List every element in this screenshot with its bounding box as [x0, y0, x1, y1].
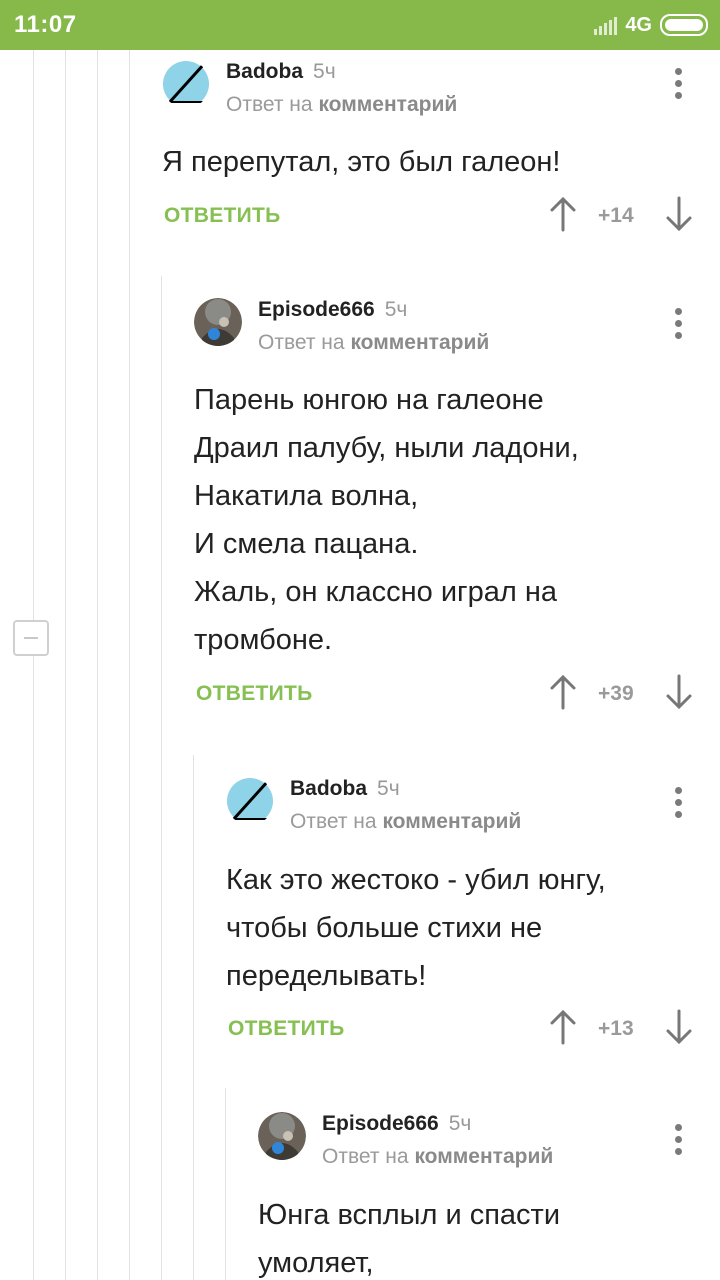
collapse-icon[interactable]	[13, 620, 49, 656]
thread-line	[129, 50, 130, 1280]
comment-age: 5ч	[448, 1112, 472, 1135]
avatar[interactable]	[226, 777, 274, 825]
reply-to-link[interactable]: Ответ на комментарий	[258, 331, 489, 355]
status-bar: 11:07 4G	[0, 0, 720, 50]
comment-text: Я перепутал, это был галеон!	[162, 146, 561, 178]
avatar[interactable]	[194, 298, 242, 346]
author-name[interactable]: Badoba 5ч	[226, 60, 336, 84]
comment: Episode666 5ч Ответ на комментарий Юнга в…	[258, 1112, 712, 1280]
network-type: 4G	[625, 13, 652, 36]
thread-line	[193, 755, 194, 1280]
comment: Badoba 5ч Ответ на комментарий Я перепута…	[162, 60, 712, 250]
reply-to-link[interactable]: Ответ на комментарий	[290, 810, 521, 834]
comment-text: Юнга всплыл и спасти умоляет,	[258, 1199, 561, 1279]
vote-score: +39	[598, 682, 634, 705]
downvote-icon[interactable]	[664, 674, 694, 710]
author-name[interactable]: Episode666 5ч	[322, 1112, 471, 1136]
author-name[interactable]: Episode666 5ч	[258, 298, 407, 322]
vote-score: +14	[598, 204, 634, 227]
upvote-icon[interactable]	[548, 1009, 578, 1045]
reply-to-link[interactable]: Ответ на комментарий	[322, 1145, 553, 1169]
comment-text: Парень юнгою на галеоне Драил палубу, ны…	[194, 384, 579, 656]
more-icon[interactable]	[673, 68, 683, 102]
downvote-icon[interactable]	[664, 1009, 694, 1045]
comment-age: 5ч	[384, 298, 408, 321]
more-icon[interactable]	[673, 787, 683, 821]
reply-button[interactable]: ОТВЕТИТЬ	[228, 1017, 345, 1041]
upvote-icon[interactable]	[548, 674, 578, 710]
reply-button[interactable]: ОТВЕТИТЬ	[164, 204, 281, 228]
thread-line	[65, 50, 66, 1280]
comment-text: Как это жестоко - убил юнгу, чтобы больш…	[226, 864, 606, 992]
clock: 11:07	[14, 11, 77, 38]
battery-icon	[660, 14, 708, 36]
vote-score: +13	[598, 1017, 634, 1040]
thread-line	[161, 276, 162, 1280]
thread-line	[33, 50, 34, 1280]
author-name[interactable]: Badoba 5ч	[290, 777, 400, 801]
comment: Episode666 5ч Ответ на комментарий Парень…	[194, 298, 712, 728]
more-icon[interactable]	[673, 1124, 683, 1158]
reply-button[interactable]: ОТВЕТИТЬ	[196, 682, 313, 706]
avatar[interactable]	[162, 60, 210, 108]
reply-to-link[interactable]: Ответ на комментарий	[226, 93, 457, 117]
comment: Badoba 5ч Ответ на комментарий Как это же…	[226, 777, 712, 1067]
signal-icon	[594, 15, 618, 35]
downvote-icon[interactable]	[664, 196, 694, 232]
comment-age: 5ч	[313, 60, 336, 83]
comment-age: 5ч	[377, 777, 400, 800]
thread-line	[225, 1088, 226, 1280]
thread-line	[97, 50, 98, 1280]
upvote-icon[interactable]	[548, 196, 578, 232]
avatar[interactable]	[258, 1112, 306, 1160]
more-icon[interactable]	[673, 308, 683, 342]
